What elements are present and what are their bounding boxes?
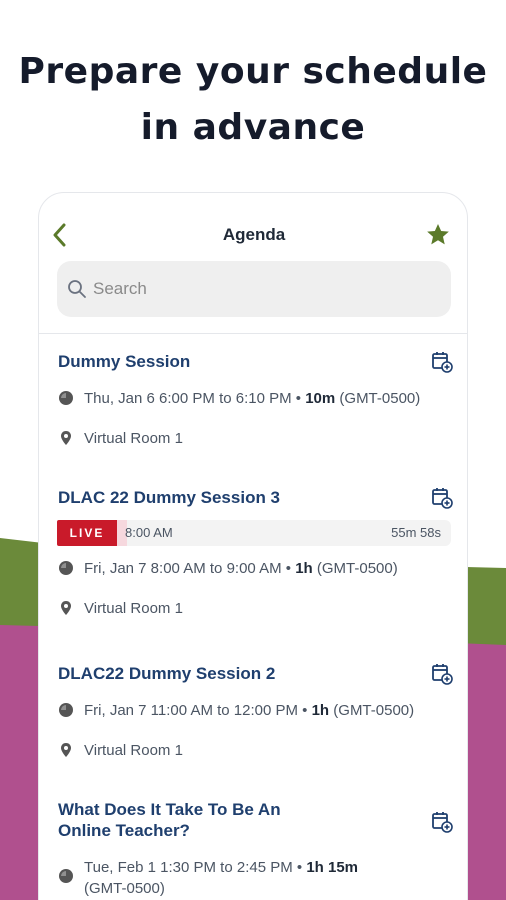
session-time: Thu, Jan 6 6:00 PM to 6:10 PM • 10m (GMT… bbox=[58, 388, 420, 409]
headline: Prepare your schedule in advance bbox=[0, 44, 506, 156]
search-box[interactable] bbox=[57, 261, 451, 317]
location-pin-icon bbox=[61, 601, 71, 615]
session-title[interactable]: DLAC 22 Dummy Session 3 bbox=[58, 487, 398, 508]
location-pin-icon bbox=[61, 431, 71, 445]
session-time: Fri, Jan 7 11:00 AM to 12:00 PM • 1h (GM… bbox=[58, 700, 414, 721]
headline-line-2: in advance bbox=[140, 107, 366, 148]
session-time: Fri, Jan 7 8:00 AM to 9:00 AM • 1h (GMT-… bbox=[58, 558, 398, 579]
favorite-button[interactable] bbox=[425, 222, 451, 248]
session-title[interactable]: What Does It Take To Be An Online Teache… bbox=[58, 799, 318, 841]
session-time: Tue, Feb 1 1:30 PM to 2:45 PM • 1h 15m (… bbox=[58, 857, 388, 899]
add-to-calendar-icon[interactable] bbox=[431, 487, 453, 509]
search-input[interactable] bbox=[93, 279, 433, 299]
session-title[interactable]: DLAC22 Dummy Session 2 bbox=[58, 663, 398, 684]
clock-icon bbox=[59, 703, 73, 717]
add-to-calendar-icon[interactable] bbox=[431, 811, 453, 833]
clock-icon bbox=[59, 869, 73, 883]
live-progress: LIVE 8:00 AM 55m 58s bbox=[57, 520, 451, 546]
session-location: Virtual Room 1 bbox=[58, 598, 183, 619]
live-time-remaining: 55m 58s bbox=[391, 525, 441, 540]
star-icon bbox=[427, 223, 449, 245]
clock-icon bbox=[59, 391, 73, 405]
live-badge: LIVE bbox=[57, 520, 117, 546]
app-header: Agenda bbox=[39, 213, 467, 259]
phone-frame: Agenda Dummy Session Thu, Jan 6 6:00 bbox=[38, 192, 468, 900]
live-start-time: 8:00 AM bbox=[125, 525, 173, 540]
location-pin-icon bbox=[61, 743, 71, 757]
headline-line-1: Prepare your schedule bbox=[18, 51, 488, 92]
clock-icon bbox=[59, 561, 73, 575]
session-location: Virtual Room 1 bbox=[58, 428, 183, 449]
divider bbox=[39, 333, 467, 334]
search-icon bbox=[68, 280, 86, 298]
session-title[interactable]: Dummy Session bbox=[58, 351, 398, 372]
add-to-calendar-icon[interactable] bbox=[431, 663, 453, 685]
add-to-calendar-icon[interactable] bbox=[431, 351, 453, 373]
session-location: Virtual Room 1 bbox=[58, 740, 183, 761]
page-title: Agenda bbox=[222, 225, 286, 244]
live-progress-bar: 8:00 AM 55m 58s bbox=[117, 520, 451, 546]
